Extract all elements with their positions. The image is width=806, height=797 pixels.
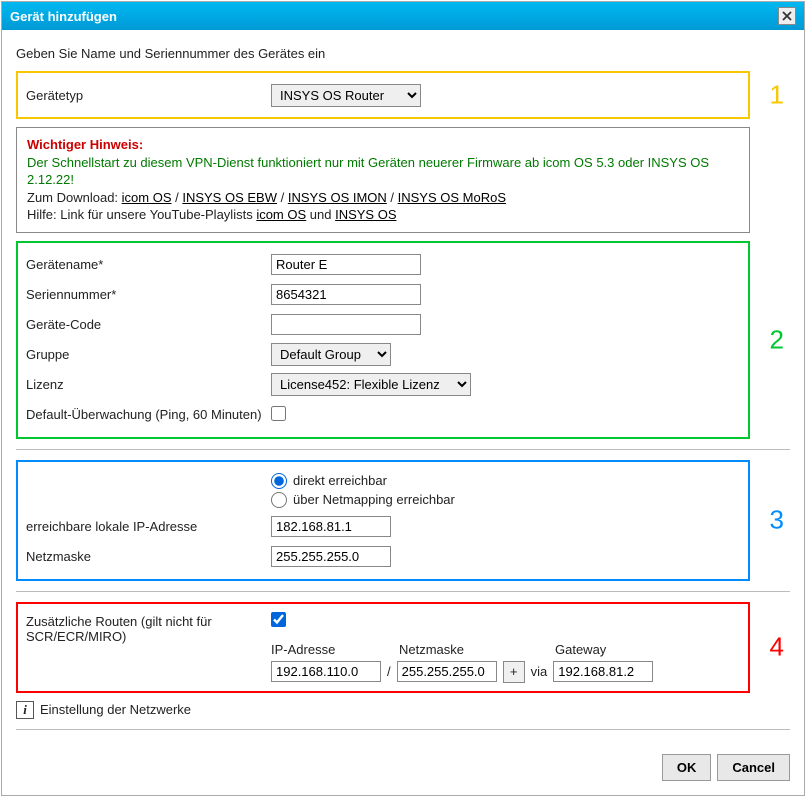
reach-netmap-radio[interactable]	[271, 492, 287, 508]
help-link-insysos[interactable]: INSYS OS	[335, 207, 396, 222]
section-device-type: Gerätetyp INSYS OS Router 1	[16, 71, 790, 119]
help-link-icomos[interactable]: icom OS	[256, 207, 306, 222]
section-number-2: 2	[770, 324, 784, 355]
close-icon	[782, 11, 792, 21]
reach-direct-radio[interactable]	[271, 473, 287, 489]
device-name-input[interactable]	[271, 254, 421, 275]
route-via: via	[531, 664, 548, 679]
section-number-1: 1	[770, 80, 784, 111]
device-fields-box: Gerätename* Seriennummer* Geräte-Code Gr…	[16, 241, 750, 439]
cancel-button[interactable]: Cancel	[717, 754, 790, 781]
intro-text: Geben Sie Name und Seriennummer des Gerä…	[16, 46, 790, 61]
titlebar: Gerät hinzufügen	[2, 2, 804, 30]
route-slash: /	[387, 664, 391, 679]
routes-label: Zusätzliche Routen (gilt nicht für SCR/E…	[26, 612, 271, 644]
hint-title: Wichtiger Hinweis:	[27, 136, 739, 154]
device-code-input[interactable]	[271, 314, 421, 335]
reach-mask-input[interactable]	[271, 546, 391, 567]
reach-netmap-label: über Netmapping erreichbar	[293, 492, 455, 507]
routes-hdr-mask: Netzmaske	[399, 642, 517, 657]
license-select[interactable]: License452: Flexible Lizenz	[271, 373, 471, 396]
monitor-label: Default-Überwachung (Ping, 60 Minuten)	[26, 407, 271, 422]
network-settings-line: i Einstellung der Netzwerke	[16, 701, 790, 719]
separator-2	[16, 591, 790, 592]
footer: OK Cancel	[16, 740, 790, 781]
download-link-moros[interactable]: INSYS OS MoRoS	[398, 190, 506, 205]
license-label: Lizenz	[26, 377, 271, 392]
separator-3	[16, 729, 790, 730]
dialog-body: Geben Sie Name und Seriennummer des Gerä…	[2, 30, 804, 795]
monitor-checkbox[interactable]	[271, 406, 286, 421]
info-icon: i	[16, 701, 34, 719]
hint-help: Hilfe: Link für unsere YouTube-Playlists…	[27, 206, 739, 224]
hint-downloads: Zum Download: icom OS / INSYS OS EBW / I…	[27, 189, 739, 207]
section-number-3: 3	[770, 505, 784, 536]
hint-box: Wichtiger Hinweis: Der Schnellstart zu d…	[16, 127, 750, 233]
device-code-label: Geräte-Code	[26, 317, 271, 332]
reachability-box: direkt erreichbar über Netmapping erreic…	[16, 460, 750, 581]
route-ip-input[interactable]	[271, 661, 381, 682]
route-mask-input[interactable]	[397, 661, 497, 682]
group-select[interactable]: Default Group	[271, 343, 391, 366]
reach-direct-label: direkt erreichbar	[293, 473, 387, 488]
separator-1	[16, 449, 790, 450]
device-name-label: Gerätename*	[26, 257, 271, 272]
reach-mask-label: Netzmaske	[26, 549, 271, 564]
routes-hdr-gw: Gateway	[555, 642, 655, 657]
serial-input[interactable]	[271, 284, 421, 305]
routes-hdr-ip: IP-Adresse	[271, 642, 381, 657]
device-type-box: Gerätetyp INSYS OS Router	[16, 71, 750, 119]
routes-box: Zusätzliche Routen (gilt nicht für SCR/E…	[16, 602, 750, 693]
dialog-title: Gerät hinzufügen	[10, 9, 117, 24]
plus-icon: +	[510, 664, 518, 679]
reach-ip-label: erreichbare lokale IP-Adresse	[26, 519, 271, 534]
section-device-fields: Gerätename* Seriennummer* Geräte-Code Gr…	[16, 241, 790, 439]
section-number-4: 4	[770, 632, 784, 663]
route-add-button[interactable]: +	[503, 661, 525, 683]
add-device-dialog: Gerät hinzufügen Geben Sie Name und Seri…	[1, 1, 805, 796]
download-link-ebw[interactable]: INSYS OS EBW	[182, 190, 277, 205]
group-label: Gruppe	[26, 347, 271, 362]
download-link-imon[interactable]: INSYS OS IMON	[288, 190, 387, 205]
route-gw-input[interactable]	[553, 661, 653, 682]
serial-label: Seriennummer*	[26, 287, 271, 302]
section-reachability: direkt erreichbar über Netmapping erreic…	[16, 460, 790, 581]
routes-checkbox[interactable]	[271, 612, 286, 627]
section-routes: Zusätzliche Routen (gilt nicht für SCR/E…	[16, 602, 790, 693]
hint-line1: Der Schnellstart zu diesem VPN-Dienst fu…	[27, 154, 739, 189]
download-link-icomos[interactable]: icom OS	[122, 190, 172, 205]
device-type-select[interactable]: INSYS OS Router	[271, 84, 421, 107]
reach-ip-input[interactable]	[271, 516, 391, 537]
close-button[interactable]	[778, 7, 796, 25]
network-settings-label: Einstellung der Netzwerke	[40, 702, 191, 717]
device-type-label: Gerätetyp	[26, 88, 271, 103]
ok-button[interactable]: OK	[662, 754, 712, 781]
